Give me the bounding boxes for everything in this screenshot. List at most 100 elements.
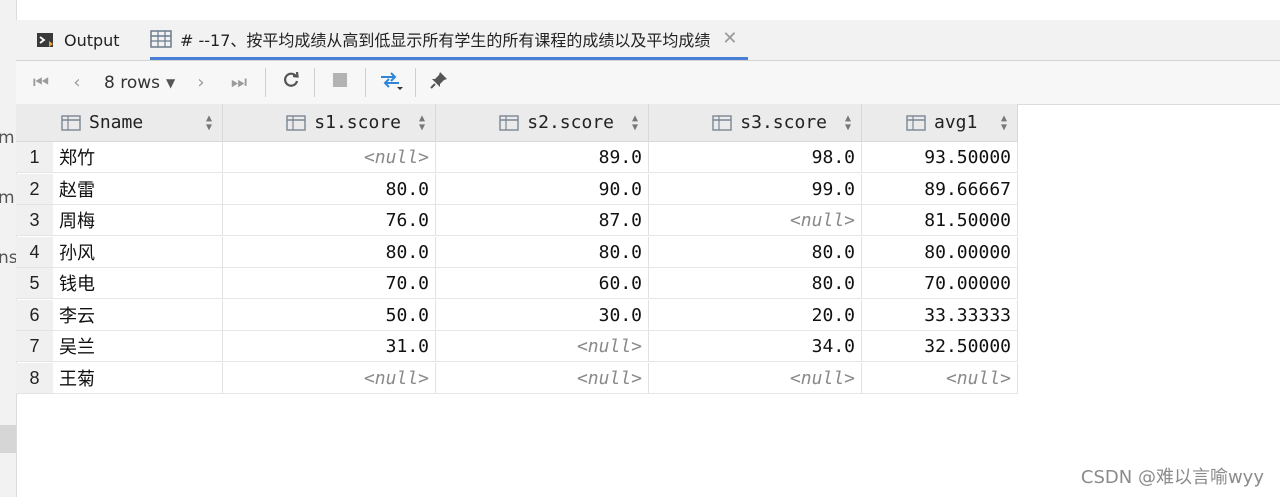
- tab-bar: Output # --17、按平均成绩从高到低显示所有学生的所有课程的成绩以及平…: [16, 20, 1280, 61]
- table-cell[interactable]: 98.0: [649, 142, 862, 173]
- sort-icon[interactable]: ▲ ▼: [206, 114, 212, 133]
- column-icon: [61, 114, 81, 131]
- pin-button[interactable]: [426, 61, 452, 104]
- table-cell[interactable]: 89.66667: [862, 174, 1018, 205]
- row-number[interactable]: 6: [16, 300, 53, 331]
- table-cell[interactable]: <null>: [649, 205, 862, 236]
- table-cell[interactable]: 钱电: [53, 268, 223, 299]
- column-header-label: avg1: [934, 112, 978, 133]
- first-page-icon: ⏮: [32, 72, 50, 93]
- last-page-button[interactable]: ⏭: [226, 61, 252, 104]
- table-cell[interactable]: 93.50000: [862, 142, 1018, 173]
- column-header-sname[interactable]: Sname ▲ ▼: [53, 104, 223, 142]
- column-header-label: s2.score: [527, 112, 614, 133]
- table-cell[interactable]: 60.0: [436, 268, 649, 299]
- column-header-label: s1.score: [314, 112, 401, 133]
- table-cell[interactable]: 80.0: [223, 174, 436, 205]
- sort-icon[interactable]: ▲ ▼: [1001, 114, 1007, 133]
- column-header-s3-score[interactable]: s3.score ▲ ▼: [649, 104, 862, 142]
- table-cell[interactable]: 32.50000: [862, 331, 1018, 362]
- column-header-s1-score[interactable]: s1.score ▲ ▼: [223, 104, 436, 142]
- row-number[interactable]: 1: [16, 142, 53, 173]
- table-cell[interactable]: 周梅: [53, 205, 223, 236]
- table-cell[interactable]: 99.0: [649, 174, 862, 205]
- table-cell[interactable]: 赵雷: [53, 174, 223, 205]
- table-cell[interactable]: 吴兰: [53, 331, 223, 362]
- row-number[interactable]: 2: [16, 174, 53, 205]
- table-icon: [150, 29, 172, 48]
- table-cell[interactable]: 80.0: [436, 237, 649, 268]
- row-number[interactable]: 4: [16, 237, 53, 268]
- table-cell[interactable]: 80.00000: [862, 237, 1018, 268]
- arrows-icon: [378, 69, 404, 96]
- pin-icon: [429, 70, 449, 95]
- table-cell[interactable]: 31.0: [223, 331, 436, 362]
- sort-icon[interactable]: ▲ ▼: [845, 114, 851, 133]
- table-cell[interactable]: 70.0: [223, 268, 436, 299]
- table-cell[interactable]: 李云: [53, 300, 223, 331]
- result-toolbar: ⏮ ‹ 8 rows ▼ › ⏭: [16, 61, 1280, 105]
- table-cell[interactable]: 王菊: [53, 363, 223, 394]
- toolbar-separator: [265, 68, 266, 97]
- table-cell[interactable]: 80.0: [649, 237, 862, 268]
- stop-icon: [332, 72, 348, 93]
- row-number[interactable]: 5: [16, 268, 53, 299]
- chevron-left-icon: ‹: [73, 72, 81, 93]
- table-cell[interactable]: 80.0: [649, 268, 862, 299]
- table-cell[interactable]: 80.0: [223, 237, 436, 268]
- table-cell[interactable]: 郑竹: [53, 142, 223, 173]
- table-cell[interactable]: 90.0: [436, 174, 649, 205]
- table-cell[interactable]: 87.0: [436, 205, 649, 236]
- table-cell[interactable]: <null>: [436, 331, 649, 362]
- left-fragment: ns: [0, 248, 18, 268]
- refresh-button[interactable]: [278, 61, 304, 104]
- table-cell[interactable]: 50.0: [223, 300, 436, 331]
- table-cell[interactable]: 81.50000: [862, 205, 1018, 236]
- table-cell[interactable]: <null>: [223, 142, 436, 173]
- table-cell[interactable]: <null>: [649, 363, 862, 394]
- column-header-avg1[interactable]: avg1 ▲ ▼: [862, 104, 1018, 142]
- corner-cell: [16, 104, 53, 142]
- table-cell[interactable]: 20.0: [649, 300, 862, 331]
- column-header-label: Sname: [89, 112, 144, 133]
- row-number[interactable]: 7: [16, 331, 53, 362]
- left-fragment: m: [0, 188, 15, 208]
- first-page-button[interactable]: ⏮: [28, 61, 54, 104]
- table-cell[interactable]: 孙风: [53, 237, 223, 268]
- table-cell[interactable]: 89.0: [436, 142, 649, 173]
- next-page-button[interactable]: ›: [188, 61, 214, 104]
- column-icon: [712, 114, 732, 131]
- tab-result[interactable]: # --17、按平均成绩从高到低显示所有学生的所有课程的成绩以及平均成绩 ✕: [150, 20, 748, 60]
- close-icon[interactable]: ✕: [722, 28, 737, 49]
- sort-icon[interactable]: ▲ ▼: [632, 114, 638, 133]
- table-cell[interactable]: 70.00000: [862, 268, 1018, 299]
- row-number[interactable]: 8: [16, 363, 53, 394]
- rows-selector[interactable]: 8 rows ▼: [104, 61, 175, 104]
- chevron-down-icon: ▼: [166, 75, 176, 90]
- table-cell[interactable]: <null>: [862, 363, 1018, 394]
- toolbar-separator: [415, 68, 416, 97]
- console-icon: [36, 31, 56, 49]
- table-cell[interactable]: 33.33333: [862, 300, 1018, 331]
- left-fragment: m: [0, 128, 15, 148]
- tab-output[interactable]: Output: [36, 20, 120, 60]
- table-cell[interactable]: 34.0: [649, 331, 862, 362]
- tab-result-label: # --17、按平均成绩从高到低显示所有学生的所有课程的成绩以及平均成绩: [180, 30, 711, 50]
- last-page-icon: ⏭: [230, 72, 248, 93]
- transaction-mode-button[interactable]: [376, 61, 406, 104]
- left-panel-strip: m m ns: [0, 0, 18, 497]
- stop-button[interactable]: [327, 61, 353, 104]
- table-cell[interactable]: 30.0: [436, 300, 649, 331]
- column-header-s2-score[interactable]: s2.score ▲ ▼: [436, 104, 649, 142]
- table-cell[interactable]: <null>: [436, 363, 649, 394]
- column-header-label: s3.score: [740, 112, 827, 133]
- table-cell[interactable]: <null>: [223, 363, 436, 394]
- chevron-right-icon: ›: [197, 72, 205, 93]
- column-icon: [286, 114, 306, 131]
- sort-icon[interactable]: ▲ ▼: [419, 114, 425, 133]
- previous-page-button[interactable]: ‹: [64, 61, 90, 104]
- rows-count: 8 rows: [104, 72, 160, 93]
- row-number[interactable]: 3: [16, 205, 53, 236]
- table-cell[interactable]: 76.0: [223, 205, 436, 236]
- watermark: CSDN @难以言喻wyy: [1080, 467, 1264, 488]
